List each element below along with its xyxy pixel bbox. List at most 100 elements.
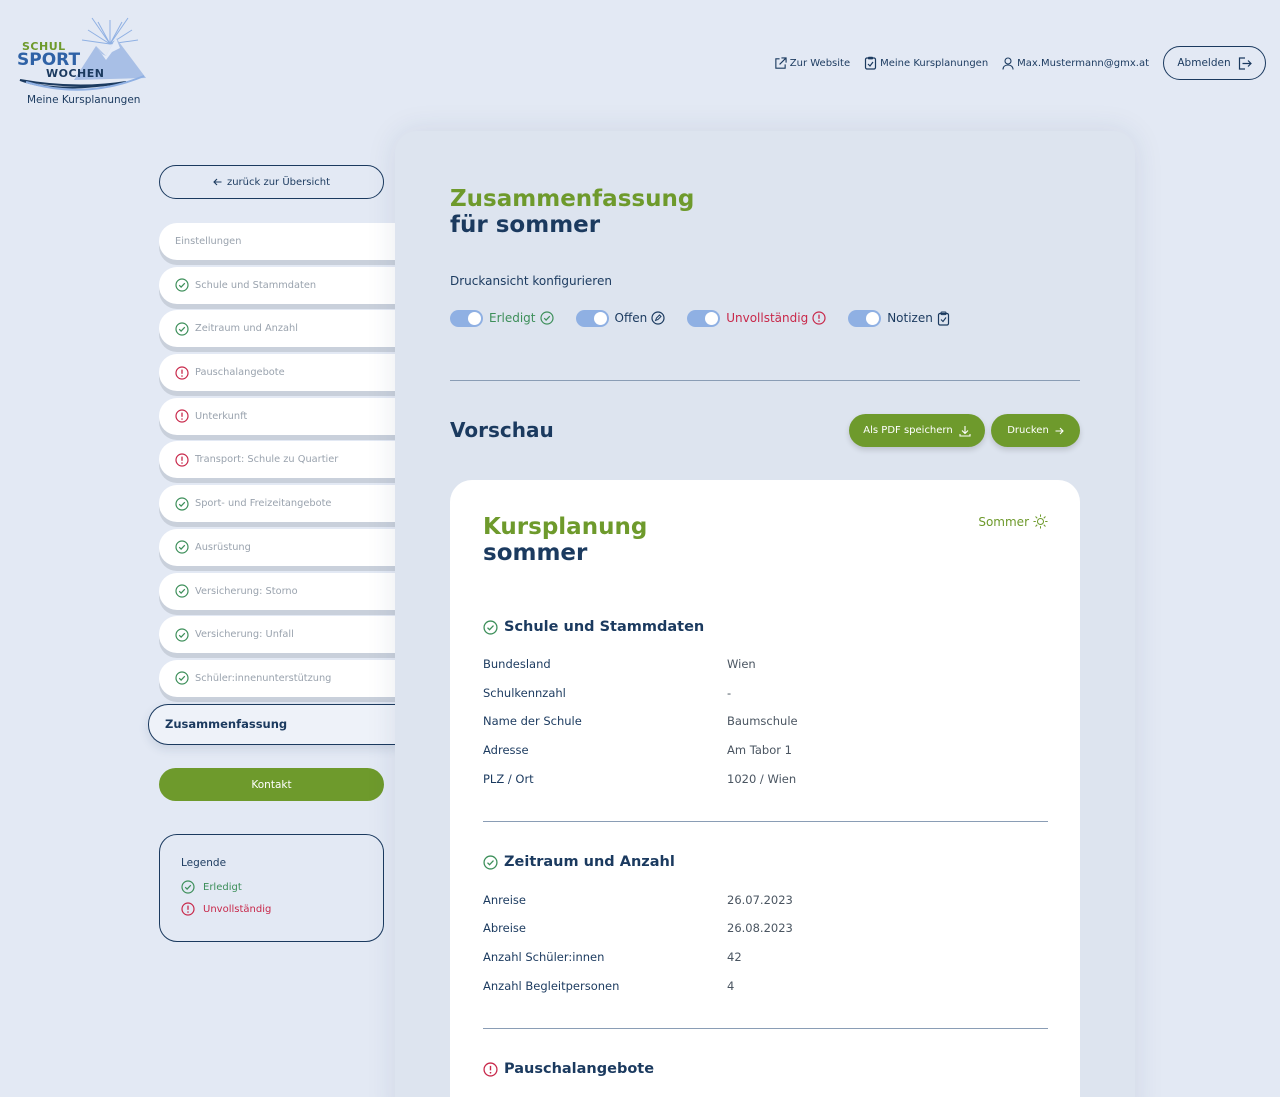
sidebar-item-unterkunft[interactable]: Unterkunft bbox=[159, 397, 399, 435]
row-value: 26.07.2023 bbox=[727, 893, 793, 907]
toggle-unvollstaendig-label: Unvollständig bbox=[726, 311, 809, 325]
print-config-label: Druckansicht konfigurieren bbox=[450, 274, 612, 288]
sidebar-item-einstellungen[interactable]: Einstellungen bbox=[159, 223, 399, 260]
data-row: PLZ / Ort 1020 / Wien bbox=[483, 772, 1048, 790]
sidebar-item-label: Versicherung: Unfall bbox=[195, 629, 294, 641]
legend-done-label: Erledigt bbox=[203, 881, 242, 893]
save-pdf-button[interactable]: Als PDF speichern bbox=[849, 414, 985, 447]
website-link-label: Zur Website bbox=[789, 57, 851, 69]
sidebar-item-sport[interactable]: Sport- und Freizeitangebote bbox=[159, 485, 399, 523]
sidebar-item-unterstuetzung[interactable]: Schüler:innenunterstützung bbox=[159, 659, 399, 697]
check-circle-icon bbox=[175, 584, 189, 598]
page-title: Zusammenfassung bbox=[450, 186, 695, 212]
season-label: Sommer bbox=[978, 514, 1029, 529]
sidebar-item-label: Schule und Stammdaten bbox=[195, 279, 317, 291]
logout-icon bbox=[1238, 56, 1252, 70]
section-title-pauschal: Pauschalangebote bbox=[483, 1061, 654, 1077]
warning-circle-icon bbox=[175, 409, 189, 423]
toggle-erledigt[interactable]: Erledigt bbox=[450, 309, 554, 327]
toggle-notizen-label: Notizen bbox=[887, 311, 933, 325]
check-circle-icon bbox=[175, 540, 189, 554]
toggle-switch[interactable] bbox=[575, 309, 609, 327]
data-row: Anzahl Begleitpersonen 4 bbox=[483, 979, 1048, 997]
sidebar-item-label: Unterkunft bbox=[195, 410, 248, 422]
legend-row-done: Erledigt bbox=[181, 880, 383, 894]
section-title-label: Pauschalangebote bbox=[504, 1061, 655, 1077]
row-value: - bbox=[727, 686, 732, 700]
legend-incomplete-label: Unvollständig bbox=[203, 903, 272, 915]
print-label: Drucken bbox=[1007, 425, 1049, 436]
check-circle-icon bbox=[175, 671, 189, 685]
sidebar-item-pauschalangebote[interactable]: Pauschalangebote bbox=[159, 354, 399, 392]
sidebar-item-label: Zeitraum und Anzahl bbox=[195, 323, 298, 335]
toggle-offen[interactable]: Offen bbox=[575, 309, 666, 327]
row-key: Anreise bbox=[483, 893, 526, 907]
sidebar-item-zeitraum[interactable]: Zeitraum und Anzahl bbox=[159, 310, 399, 348]
kursplanungen-link-label: Meine Kursplanungen bbox=[880, 57, 989, 69]
row-value: 4 bbox=[727, 979, 735, 993]
check-circle-icon bbox=[175, 497, 189, 511]
external-link-icon bbox=[775, 56, 787, 69]
section-title-label: Schule und Stammdaten bbox=[504, 619, 705, 635]
warning-circle-icon bbox=[181, 902, 195, 916]
sidebar-item-ausruestung[interactable]: Ausrüstung bbox=[159, 528, 399, 566]
warning-circle-icon bbox=[483, 1061, 498, 1077]
row-key: Bundesland bbox=[483, 657, 551, 671]
row-value: Wien bbox=[727, 657, 756, 671]
sidebar-item-storno[interactable]: Versicherung: Storno bbox=[159, 572, 399, 610]
print-button[interactable]: Drucken bbox=[991, 414, 1080, 447]
toggle-switch[interactable] bbox=[687, 309, 721, 327]
card-divider bbox=[483, 821, 1048, 822]
preview-card: Kursplanung sommer Sommer Schule und Sta… bbox=[450, 480, 1080, 1097]
legend-box: Legende Erledigt Unvollständig bbox=[159, 834, 384, 942]
check-circle-icon bbox=[175, 628, 189, 642]
sidebar-item-zusammenfassung[interactable]: Zusammenfassung bbox=[148, 703, 399, 745]
row-key: Anzahl Begleitpersonen bbox=[483, 979, 620, 993]
logout-button[interactable]: Abmelden bbox=[1163, 46, 1266, 80]
data-row: Name der Schule Baumschule bbox=[483, 714, 1048, 732]
toggle-notizen[interactable]: Notizen bbox=[848, 309, 950, 327]
sun-icon bbox=[1033, 514, 1048, 529]
clipboard-icon bbox=[937, 311, 949, 326]
sidebar-item-schule[interactable]: Schule und Stammdaten bbox=[159, 266, 399, 304]
sidebar-item-label: Sport- und Freizeitangebote bbox=[195, 498, 332, 510]
section-title-label: Zeitraum und Anzahl bbox=[504, 854, 675, 870]
check-circle-icon bbox=[175, 278, 189, 292]
page-subtitle: für sommer bbox=[450, 212, 601, 238]
data-row: Adresse Am Tabor 1 bbox=[483, 743, 1048, 761]
section-title-schule: Schule und Stammdaten bbox=[483, 619, 704, 635]
row-key: Adresse bbox=[483, 743, 529, 757]
sidebar-item-transport[interactable]: Transport: Schule zu Quartier bbox=[159, 441, 399, 479]
user-email: Max.Mustermann@gmx.at bbox=[1017, 57, 1149, 69]
row-key: PLZ / Ort bbox=[483, 772, 534, 786]
row-key: Schulkennzahl bbox=[483, 686, 566, 700]
toggle-switch[interactable] bbox=[450, 309, 483, 327]
section-title-zeitraum: Zeitraum und Anzahl bbox=[483, 854, 675, 870]
data-row: Schulkennzahl - bbox=[483, 686, 1048, 704]
sidebar-item-label: Schüler:innenunterstützung bbox=[195, 672, 332, 684]
kursplanungen-link[interactable]: Meine Kursplanungen bbox=[864, 56, 988, 70]
user-account[interactable]: Max.Mustermann@gmx.at bbox=[1002, 56, 1149, 70]
check-circle-icon bbox=[483, 854, 498, 870]
website-link[interactable]: Zur Website bbox=[774, 56, 851, 70]
row-value: 42 bbox=[727, 950, 742, 964]
preview-heading: Vorschau bbox=[450, 418, 554, 442]
check-circle-icon bbox=[483, 619, 498, 635]
sidebar-item-label: Zusammenfassung bbox=[165, 717, 288, 732]
toggle-unvollstaendig[interactable]: Unvollständig bbox=[687, 309, 826, 327]
brand-logo[interactable]: SCHUL SPORT WOCHEN Meine Kursplanungen bbox=[16, 16, 150, 108]
kontakt-button[interactable]: Kontakt bbox=[159, 768, 384, 801]
back-to-overview-button[interactable]: zurück zur Übersicht bbox=[159, 165, 384, 199]
section-divider bbox=[450, 380, 1080, 381]
logout-label: Abmelden bbox=[1177, 57, 1231, 69]
row-key: Name der Schule bbox=[483, 714, 582, 728]
sidebar-item-unfall[interactable]: Versicherung: Unfall bbox=[159, 616, 399, 654]
sidebar-item-label: Transport: Schule zu Quartier bbox=[195, 454, 339, 466]
season-badge: Sommer bbox=[978, 514, 1048, 529]
warning-circle-icon bbox=[812, 311, 826, 325]
row-value: 1020 / Wien bbox=[727, 772, 797, 786]
preview-subtitle: sommer bbox=[483, 540, 588, 566]
sidebar-item-label: Versicherung: Storno bbox=[195, 585, 298, 597]
toggle-switch[interactable] bbox=[848, 309, 882, 327]
warning-circle-icon bbox=[175, 453, 189, 467]
